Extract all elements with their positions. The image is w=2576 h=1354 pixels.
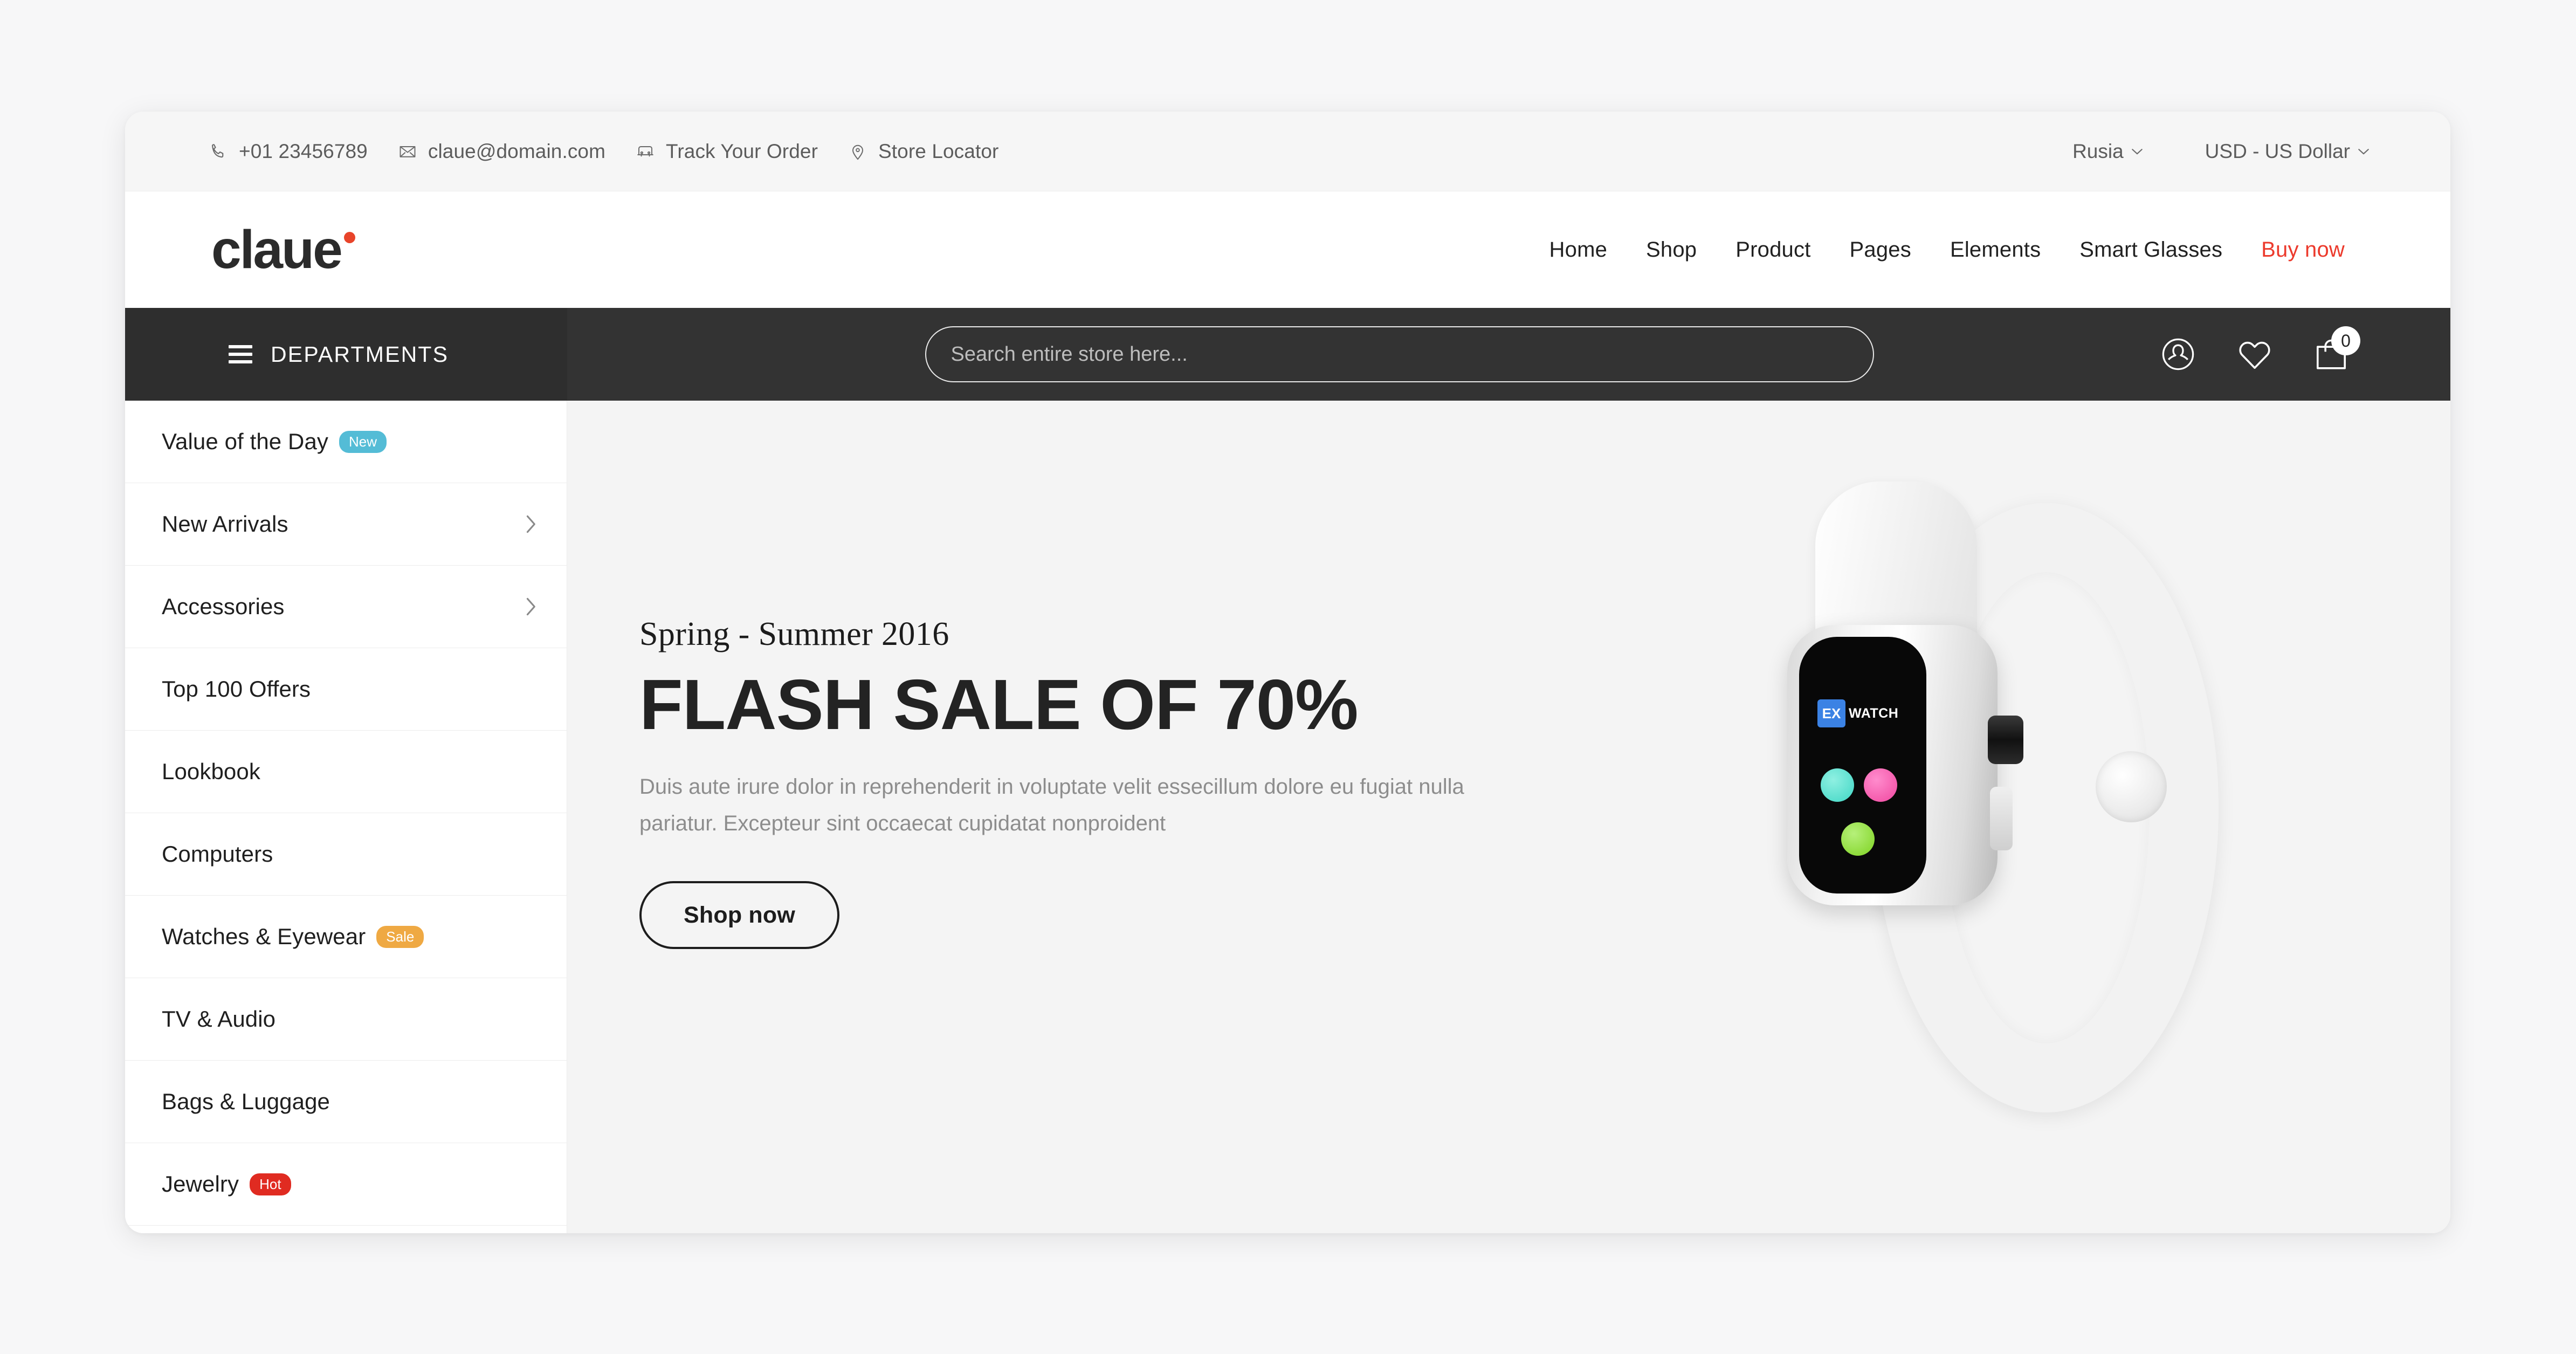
watch-case: EX WATCH xyxy=(1787,625,2023,905)
hero-eyebrow: Spring - Summer 2016 xyxy=(639,616,949,652)
departments-sidebar: Value of the Day New New Arrivals Access… xyxy=(125,401,567,1233)
hero-title: FLASH SALE OF 70% xyxy=(639,665,1359,744)
watch-band-buckle xyxy=(2096,751,2167,822)
store-locator-text: Store Locator xyxy=(878,140,999,162)
logo-dot-icon xyxy=(343,231,355,243)
search-container xyxy=(567,326,2159,382)
hero-copy: Spring - Summer 2016 FLASH SALE OF 70% D… xyxy=(639,615,1545,950)
site-header: claue Home Shop Product Pages Elements S… xyxy=(125,191,2450,308)
browser-window: +01 23456789 claue@domain.com Track Your… xyxy=(125,112,2450,1233)
track-order-link[interactable]: Track Your Order xyxy=(636,140,818,163)
sidebar-item-label: Accessories xyxy=(162,594,285,619)
smartwatch-product-image: EX WATCH xyxy=(1712,482,2251,1145)
phone-link[interactable]: +01 23456789 xyxy=(209,140,368,163)
watch-app-icon-pink xyxy=(1864,768,1897,802)
main-navigation: Home Shop Product Pages Elements Smart G… xyxy=(1530,238,2364,262)
watch-digital-crown xyxy=(1988,716,2023,764)
watch-brand-word: WATCH xyxy=(1849,705,1899,721)
sidebar-item-tv-audio[interactable]: TV & Audio xyxy=(125,978,567,1061)
nav-item-smart-glasses[interactable]: Smart Glasses xyxy=(2060,238,2242,262)
sidebar-item-value-of-the-day[interactable]: Value of the Day New xyxy=(125,401,567,483)
phone-icon xyxy=(209,142,228,161)
sidebar-item-bags-luggage[interactable]: Bags & Luggage xyxy=(125,1061,567,1143)
nav-item-shop[interactable]: Shop xyxy=(1627,238,1716,262)
hamburger-menu-icon xyxy=(229,345,252,363)
nav-item-pages[interactable]: Pages xyxy=(1830,238,1931,262)
sidebar-item-label: Top 100 Offers xyxy=(162,676,311,702)
watch-app-icon-green xyxy=(1841,822,1875,856)
nav-item-product[interactable]: Product xyxy=(1716,238,1830,262)
sidebar-badge-sale: Sale xyxy=(376,925,424,948)
sidebar-badge-hot: Hot xyxy=(250,1173,291,1195)
watch-screen-logo: EX WATCH xyxy=(1817,699,1898,727)
map-pin-icon xyxy=(848,142,867,161)
watch-side-button xyxy=(1990,787,2013,850)
account-icon[interactable] xyxy=(2159,335,2198,374)
departments-button[interactable]: DEPARTMENTS xyxy=(125,308,567,401)
sidebar-item-label: Lookbook xyxy=(162,759,260,784)
logo-text: claue xyxy=(211,219,343,280)
hero-description: Duis aute irure dolor in reprehenderit i… xyxy=(639,774,1464,836)
top-utility-bar: +01 23456789 claue@domain.com Track Your… xyxy=(125,112,2450,191)
chevron-down-icon xyxy=(2358,148,2370,155)
departments-label: DEPARTMENTS xyxy=(271,341,449,367)
search-input[interactable] xyxy=(925,326,1874,382)
watch-screen: EX WATCH xyxy=(1799,637,1926,893)
nav-item-home[interactable]: Home xyxy=(1530,238,1627,262)
currency-selector[interactable]: USD - US Dollar xyxy=(2205,140,2370,163)
wishlist-heart-icon[interactable] xyxy=(2235,335,2274,374)
envelope-icon xyxy=(398,142,417,161)
cart-count-badge: 0 xyxy=(2331,326,2360,355)
sidebar-item-jewelry[interactable]: Jewelry Hot xyxy=(125,1143,567,1226)
email-text: claue@domain.com xyxy=(428,140,606,162)
departments-search-bar: DEPARTMENTS 0 xyxy=(125,308,2450,401)
sidebar-item-label: New Arrivals xyxy=(162,511,288,537)
header-action-icons: 0 xyxy=(2159,326,2450,374)
sidebar-badge-new: New xyxy=(339,430,387,453)
nav-item-elements[interactable]: Elements xyxy=(1931,238,2060,262)
chevron-right-icon xyxy=(526,515,536,533)
currency-value: USD - US Dollar xyxy=(2205,140,2350,162)
watch-brand-tile: EX xyxy=(1817,699,1845,727)
sidebar-item-accessories[interactable]: Accessories xyxy=(125,566,567,648)
topbar-preferences-group: Rusia USD - US Dollar xyxy=(2072,140,2370,163)
sidebar-item-label: Value of the Day xyxy=(162,429,329,454)
phone-text: +01 23456789 xyxy=(239,140,368,162)
chevron-down-icon xyxy=(2131,148,2143,155)
sidebar-item-lookbook[interactable]: Lookbook xyxy=(125,731,567,813)
sidebar-item-watches-eyewear[interactable]: Watches & Eyewear Sale xyxy=(125,896,567,978)
language-selector[interactable]: Rusia xyxy=(2072,140,2143,163)
nav-item-buy-now[interactable]: Buy now xyxy=(2242,238,2364,262)
cart-icon[interactable]: 0 xyxy=(2312,326,2360,374)
sidebar-item-label: Computers xyxy=(162,841,273,867)
track-order-text: Track Your Order xyxy=(666,140,818,162)
sidebar-item-label: Watches & Eyewear xyxy=(162,924,366,949)
sidebar-item-top-100-offers[interactable]: Top 100 Offers xyxy=(125,648,567,731)
sidebar-item-new-arrivals[interactable]: New Arrivals xyxy=(125,483,567,566)
language-value: Rusia xyxy=(2072,140,2124,162)
site-logo[interactable]: claue xyxy=(211,219,355,280)
email-link[interactable]: claue@domain.com xyxy=(398,140,605,163)
topbar-contact-group: +01 23456789 claue@domain.com Track Your… xyxy=(209,140,2072,163)
chevron-right-icon xyxy=(526,597,536,616)
store-locator-link[interactable]: Store Locator xyxy=(848,140,998,163)
hero-banner: Spring - Summer 2016 FLASH SALE OF 70% D… xyxy=(567,401,2450,1233)
shop-now-button[interactable]: Shop now xyxy=(639,881,840,950)
content-area: Value of the Day New New Arrivals Access… xyxy=(125,401,2450,1233)
sidebar-item-label: Jewelry xyxy=(162,1171,239,1197)
sidebar-item-label: TV & Audio xyxy=(162,1006,276,1032)
truck-icon xyxy=(636,142,655,161)
sidebar-item-computers[interactable]: Computers xyxy=(125,813,567,896)
watch-app-icon-teal xyxy=(1821,768,1854,802)
sidebar-item-label: Bags & Luggage xyxy=(162,1089,330,1114)
